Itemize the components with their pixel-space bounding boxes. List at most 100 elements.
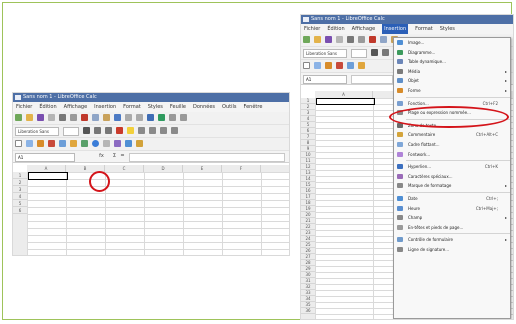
column-header-f[interactable]: F (222, 165, 261, 172)
font-name-box[interactable]: Liberation Sans (303, 49, 347, 58)
menu-edition[interactable]: Édition (327, 24, 344, 34)
shape-icon[interactable] (347, 62, 354, 69)
active-cell[interactable] (28, 172, 68, 180)
column-header-a[interactable]: A (27, 165, 66, 172)
insert-menu-item-0[interactable]: Image... (394, 38, 510, 48)
menu-donnees[interactable]: Données (193, 102, 215, 112)
font-size-box[interactable] (63, 127, 79, 136)
menu-fichier[interactable]: Fichier (304, 24, 320, 34)
bold-icon[interactable] (371, 49, 378, 56)
column-header-e[interactable]: E (183, 165, 222, 172)
line-icon[interactable] (336, 62, 343, 69)
insert-menu-item-20[interactable]: Ligne de signature... (394, 245, 510, 255)
insert-menu-item-16[interactable]: Heure Ctrl+Maj+; (394, 204, 510, 214)
row-header-1[interactable]: 1 (13, 172, 27, 179)
menu-fenetre[interactable]: Fenêtre (243, 102, 262, 112)
input-line[interactable] (351, 75, 393, 84)
menu-styles[interactable]: Styles (440, 24, 455, 34)
redo-icon[interactable] (136, 114, 143, 121)
name-box[interactable]: A1 (303, 75, 347, 84)
insert-menu-item-17[interactable]: Champ ▸ (394, 213, 510, 223)
cut-icon[interactable] (81, 114, 88, 121)
menu-affichage[interactable]: Affichage (64, 102, 88, 112)
copy-icon[interactable] (380, 36, 387, 43)
callout-icon[interactable] (81, 140, 88, 147)
input-line[interactable] (129, 153, 285, 162)
font-color-icon[interactable] (116, 127, 123, 134)
equals-icon[interactable]: = (118, 152, 127, 161)
column-header-c[interactable]: C (105, 165, 144, 172)
insert-menu-item-10[interactable]: Cadre flottant... (394, 140, 510, 150)
extrusion-icon[interactable] (136, 140, 143, 147)
image-icon[interactable] (125, 140, 132, 147)
menu-insertion[interactable]: Insertion (382, 24, 409, 34)
menu-format[interactable]: Format (123, 102, 141, 112)
active-cell[interactable] (316, 98, 375, 105)
row-header-5[interactable]: 5 (13, 200, 27, 207)
insert-menu-item-18[interactable]: En-têtes et pieds de page... (394, 223, 510, 233)
row-header-6[interactable]: 6 (13, 207, 27, 214)
row-header-36[interactable]: 36 (301, 308, 315, 314)
star-icon[interactable] (92, 140, 99, 147)
paste-icon[interactable] (103, 114, 110, 121)
column-header-a[interactable]: A (315, 91, 373, 98)
menu-affichage[interactable]: Affichage (352, 24, 376, 34)
insert-menu-item-2[interactable]: Table dynamique... (394, 57, 510, 67)
spelling-icon[interactable] (158, 114, 165, 121)
chart-icon[interactable] (26, 140, 33, 147)
export-pdf-icon[interactable] (336, 36, 343, 43)
insert-menu-item-3[interactable]: Média ▸ (394, 67, 510, 77)
arrow-icon[interactable] (70, 140, 77, 147)
sheet-grid[interactable] (27, 172, 289, 255)
row-icon[interactable] (169, 114, 176, 121)
column-icon[interactable] (180, 114, 187, 121)
justify-icon[interactable] (171, 127, 178, 134)
row-header-3[interactable]: 3 (13, 186, 27, 193)
new-icon[interactable] (15, 114, 22, 121)
insert-menu-item-19[interactable]: Contrôle de formulaire ▸ (394, 235, 510, 245)
fontwork-icon[interactable] (114, 140, 121, 147)
cut-icon[interactable] (369, 36, 376, 43)
highlight-icon[interactable] (127, 127, 134, 134)
pen-icon[interactable] (37, 140, 44, 147)
insert-menu-item-1[interactable]: Diagramme... (394, 48, 510, 58)
align-center-icon[interactable] (149, 127, 156, 134)
italic-icon[interactable] (382, 49, 389, 56)
insert-menu-item-12[interactable]: Hyperlien... Ctrl+K (394, 162, 510, 172)
insert-menu-item-9[interactable]: Commentaire Ctrl+Alt+C (394, 130, 510, 140)
italic-icon[interactable] (94, 127, 101, 134)
undo-icon[interactable] (125, 114, 132, 121)
clone-icon[interactable] (114, 114, 121, 121)
pen-icon[interactable] (325, 62, 332, 69)
preview-icon[interactable] (70, 114, 77, 121)
open-icon[interactable] (314, 36, 321, 43)
select-icon[interactable] (303, 62, 310, 69)
insert-menu-item-15[interactable]: Date Ctrl+; (394, 194, 510, 204)
insert-menu-item-14[interactable]: Marque de formatage ▸ (394, 181, 510, 191)
chart-icon[interactable] (314, 62, 321, 69)
shape-icon[interactable] (59, 140, 66, 147)
align-left-icon[interactable] (138, 127, 145, 134)
menu-format[interactable]: Format (415, 24, 433, 34)
new-icon[interactable] (303, 36, 310, 43)
menu-edition[interactable]: Édition (39, 102, 56, 112)
insert-menu-item-11[interactable]: Fontwork... (394, 150, 510, 160)
bold-icon[interactable] (83, 127, 90, 134)
insert-menu-item-5[interactable]: Forme ▸ (394, 86, 510, 96)
font-name-box[interactable]: Liberation Sans (15, 127, 59, 136)
row-header-2[interactable]: 2 (13, 179, 27, 186)
column-header-d[interactable]: D (144, 165, 183, 172)
save-icon[interactable] (37, 114, 44, 121)
menu-outils[interactable]: Outils (222, 102, 236, 112)
insert-menu-item-13[interactable]: Caractères spéciaux... (394, 172, 510, 182)
copy-icon[interactable] (92, 114, 99, 121)
find-icon[interactable] (147, 114, 154, 121)
preview-icon[interactable] (358, 36, 365, 43)
menu-insertion[interactable]: Insertion (94, 102, 116, 112)
font-size-box[interactable] (351, 49, 367, 58)
align-right-icon[interactable] (160, 127, 167, 134)
function-wizard-icon[interactable]: fx (97, 152, 106, 161)
arrow-icon[interactable] (358, 62, 365, 69)
menu-feuille[interactable]: Feuille (170, 102, 186, 112)
row-header-4[interactable]: 4 (13, 193, 27, 200)
